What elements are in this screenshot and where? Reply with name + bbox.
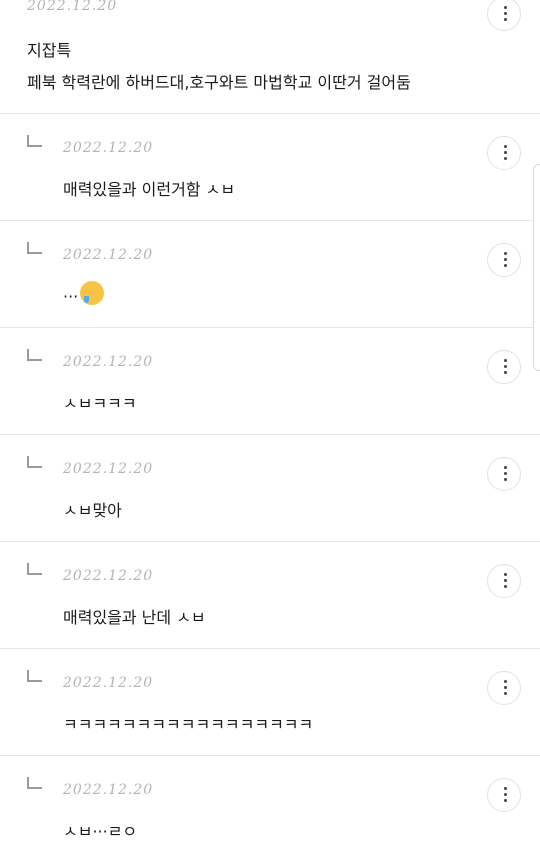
reply-text: ...	[63, 281, 105, 305]
more-vertical-icon	[503, 573, 507, 589]
reply-text: 매력있을과 난데 ㅅㅂ	[63, 608, 206, 627]
reply-more-button[interactable]	[487, 564, 521, 598]
more-vertical-icon	[503, 680, 507, 696]
reply-arrow-icon	[27, 456, 42, 468]
more-vertical-icon	[503, 252, 507, 268]
reply-item: 2022.12.20 매력있을과 난데 ㅅㅂ	[0, 542, 540, 649]
reply-date: 2022.12.20	[63, 461, 154, 477]
reply-item: 2022.12.20 ...	[0, 221, 540, 328]
reply-text: ㅅㅂㅋㅋㅋ	[63, 394, 137, 413]
reply-date: 2022.12.20	[63, 354, 154, 370]
post-more-button[interactable]	[487, 0, 521, 31]
post-title: 지잡특	[27, 41, 72, 60]
reply-date: 2022.12.20	[63, 247, 154, 263]
reply-item: 2022.12.20 ㅋㅋㅋㅋㅋㅋㅋㅋㅋㅋㅋㅋㅋㅋㅋㅋㅋ	[0, 649, 540, 756]
reply-text-content: ...	[63, 282, 79, 302]
reply-arrow-icon	[27, 349, 42, 361]
reply-more-button[interactable]	[487, 778, 521, 812]
reply-text: ㅅㅂ···ㄹㅇ	[63, 822, 138, 841]
post: 2022.12.20 지잡특 페북 학력란에 하버드대,호구와트 마법학교 이딴…	[0, 0, 540, 114]
post-date: 2022.12.20	[27, 0, 118, 14]
reply-more-button[interactable]	[487, 136, 521, 170]
reply-more-button[interactable]	[487, 350, 521, 384]
reply-arrow-icon	[27, 777, 42, 789]
reply-item: 2022.12.20 ㅅㅂ···ㄹㅇ	[0, 756, 540, 863]
reply-arrow-icon	[27, 135, 42, 147]
reply-arrow-icon	[27, 242, 42, 254]
reply-more-button[interactable]	[487, 243, 521, 277]
reply-date: 2022.12.20	[63, 568, 154, 584]
more-vertical-icon	[503, 466, 507, 482]
more-vertical-icon	[503, 359, 507, 375]
reply-date: 2022.12.20	[63, 140, 154, 156]
post-body: 페북 학력란에 하버드대,호구와트 마법학교 이딴거 걸어둠	[27, 73, 411, 92]
smiling-face-with-tear-icon	[80, 281, 105, 305]
more-vertical-icon	[503, 6, 507, 22]
reply-text: ㅅㅂ맞아	[63, 501, 122, 520]
reply-more-button[interactable]	[487, 671, 521, 705]
reply-text: ㅋㅋㅋㅋㅋㅋㅋㅋㅋㅋㅋㅋㅋㅋㅋㅋㅋ	[63, 715, 314, 734]
reply-more-button[interactable]	[487, 457, 521, 491]
reply-date: 2022.12.20	[63, 675, 154, 691]
reply-arrow-icon	[27, 670, 42, 682]
reply-item: 2022.12.20 매력있을과 이런거함 ㅅㅂ	[0, 114, 540, 221]
reply-item: 2022.12.20 ㅅㅂ맞아	[0, 435, 540, 542]
more-vertical-icon	[503, 787, 507, 803]
scrollbar-thumb[interactable]	[533, 164, 540, 371]
reply-item: 2022.12.20 ㅅㅂㅋㅋㅋ	[0, 328, 540, 435]
more-vertical-icon	[503, 145, 507, 161]
reply-arrow-icon	[27, 563, 42, 575]
reply-text: 매력있을과 이런거함 ㅅㅂ	[63, 180, 236, 199]
reply-date: 2022.12.20	[63, 782, 154, 798]
